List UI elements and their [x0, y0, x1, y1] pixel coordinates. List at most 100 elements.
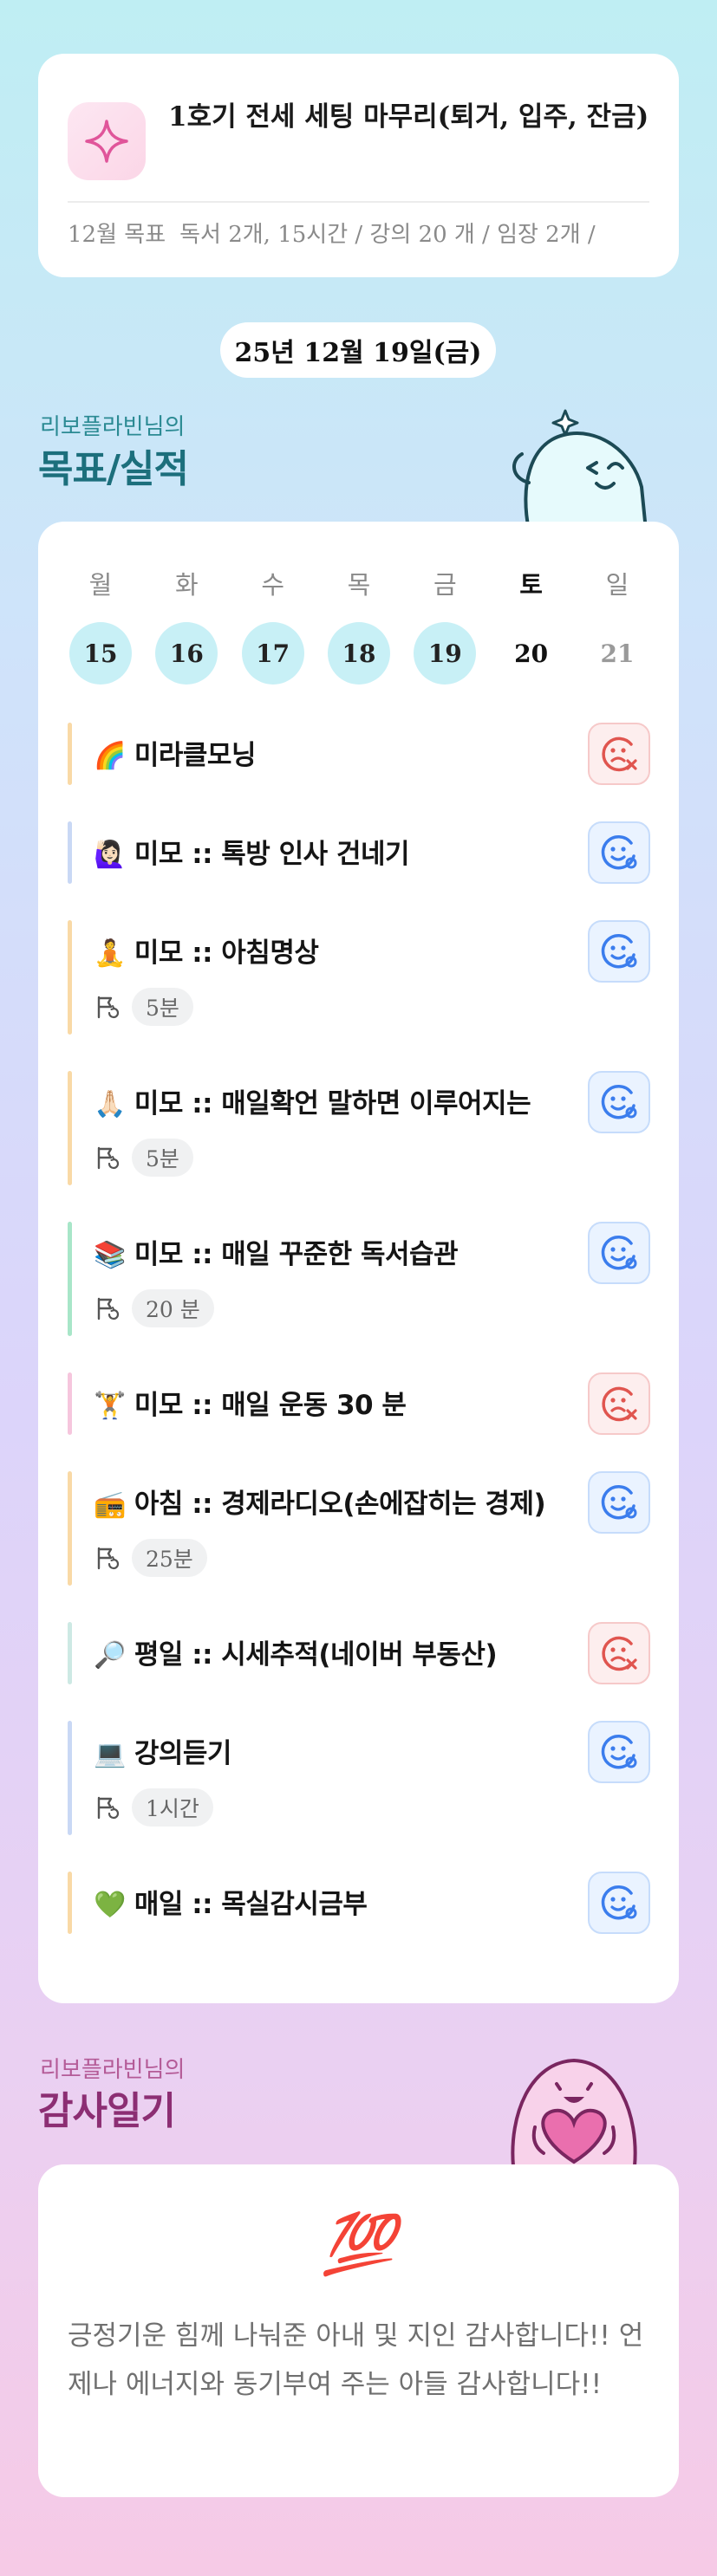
weekday-header: 월 화 수 목 금 토 일: [69, 565, 649, 601]
weekday-label: 목: [347, 570, 371, 600]
status-success-icon[interactable]: [588, 1071, 650, 1133]
habit-emoji-icon: 🔎: [94, 1640, 126, 1671]
divider: [68, 201, 649, 203]
habit-label: 미모 :: 아침명상: [134, 938, 319, 969]
habit-emoji-icon: 🙏🏻: [94, 1089, 126, 1119]
habit-color-bar: [68, 1471, 72, 1586]
goal-title: 1호기 전세 세팅 마무리(퇴거, 입주, 잔금): [168, 101, 649, 133]
status-fail-icon[interactable]: [588, 1372, 650, 1435]
flag-repeat-icon: [97, 1796, 120, 1820]
weekday-label: 일: [605, 570, 629, 600]
habit-item[interactable]: 🔎 평일 :: 시세추적(네이버 부동산): [68, 1622, 650, 1684]
day-cell[interactable]: 21: [586, 622, 649, 685]
flag-repeat-icon: [97, 1146, 120, 1170]
habit-emoji-icon: 💚: [94, 1890, 126, 1920]
habit-duration: 20 분: [94, 1289, 214, 1327]
habit-item[interactable]: 🙋🏻‍♀️ 미모 :: 톡방 인사 건네기: [68, 821, 650, 884]
habit-color-bar: [68, 1721, 72, 1835]
habit-label: 평일 :: 시세추적(네이버 부동산): [134, 1639, 498, 1671]
monthly-goal-card[interactable]: 1호기 전세 세팅 마무리(퇴거, 입주, 잔금) 12월 목표 독서 2개, 1…: [38, 54, 679, 277]
status-success-icon[interactable]: [588, 1872, 650, 1934]
habit-name: 🔎 평일 :: 시세추적(네이버 부동산): [94, 1632, 498, 1671]
habit-color-bar: [68, 920, 72, 1035]
habit-name: 💻 강의듣기: [94, 1731, 231, 1770]
habit-emoji-icon: 📚: [94, 1240, 126, 1270]
goal-meta-label: 12월 목표: [68, 222, 166, 248]
duration-pill: 25분: [132, 1539, 207, 1577]
goals-section-subtitle: 리보플라빈님의: [40, 414, 186, 440]
habit-item[interactable]: 💻 강의듣기 1시간: [68, 1721, 650, 1835]
habit-name: 🙏🏻 미모 :: 매일확언 말하면 이루어지는: [94, 1081, 531, 1120]
habit-name: 📻 아침 :: 경제라디오(손에잡히는 경제): [94, 1482, 546, 1521]
day-cell[interactable]: 15: [69, 622, 132, 685]
habit-emoji-icon: 💻: [94, 1739, 126, 1769]
duration-pill: 1시간: [132, 1788, 213, 1827]
habit-item[interactable]: 🌈 미라클모닝: [68, 723, 650, 785]
ghost-mascot-icon: [512, 409, 649, 530]
habit-label: 미라클모닝: [134, 740, 257, 771]
weekday-label: 월: [88, 570, 113, 600]
goal-meta: 12월 목표 독서 2개, 15시간 / 강의 20 개 / 임장 2개 /: [68, 217, 657, 249]
gratitude-text: 긍정기운 힘께 나눠준 아내 및 지인 감사합니다!! 언제나 에너지와 동기부…: [68, 2320, 644, 2400]
goals-card: 월 화 수 목 금 토 일 15 16 17 18 19 20 21 🌈 미라클모…: [38, 522, 679, 2003]
habit-item[interactable]: 📚 미모 :: 매일 꾸준한 독서습관20 분: [68, 1222, 650, 1336]
habit-name: 🙋🏻‍♀️ 미모 :: 톡방 인사 건네기: [94, 832, 410, 871]
habit-name: 🧘 미모 :: 아침명상: [94, 931, 319, 970]
habit-label: 미모 :: 매일 운동 30 분: [134, 1390, 407, 1421]
habit-duration: 1시간: [94, 1788, 213, 1827]
gratitude-card[interactable]: 💯 긍정기운 힘께 나눠준 아내 및 지인 감사합니다!! 언제나 에너지와 동…: [38, 2164, 679, 2497]
status-success-icon[interactable]: [588, 1721, 650, 1783]
day-cell[interactable]: 19: [414, 622, 477, 685]
habit-name: 🏋️ 미모 :: 매일 운동 30 분: [94, 1383, 407, 1422]
habit-item[interactable]: 🧘 미모 :: 아침명상5분: [68, 920, 650, 1035]
habit-label: 매일 :: 목실감시금부: [134, 1889, 368, 1920]
date-pill: 25년 12월 19일(금): [220, 322, 496, 378]
status-fail-icon[interactable]: [588, 723, 650, 785]
day-cell-today[interactable]: 20: [500, 622, 563, 685]
habit-color-bar: [68, 1872, 72, 1934]
habit-color-bar: [68, 821, 72, 884]
habit-label: 아침 :: 경제라디오(손에잡히는 경제): [134, 1489, 546, 1520]
status-success-icon[interactable]: [588, 920, 650, 983]
habit-duration: 5분: [94, 988, 193, 1026]
habit-item[interactable]: 🙏🏻 미모 :: 매일확언 말하면 이루어지는5분: [68, 1071, 650, 1185]
habit-item[interactable]: 🏋️ 미모 :: 매일 운동 30 분: [68, 1372, 650, 1435]
status-success-icon[interactable]: [588, 1222, 650, 1284]
status-success-icon[interactable]: [588, 821, 650, 884]
status-fail-icon[interactable]: [588, 1622, 650, 1684]
habit-duration: 5분: [94, 1139, 193, 1177]
heart-mascot-icon: [511, 2058, 637, 2166]
duration-pill: 5분: [132, 1139, 193, 1177]
habit-emoji-icon: 🙋🏻‍♀️: [94, 840, 126, 870]
day-cell[interactable]: 16: [155, 622, 218, 685]
habit-name: 📚 미모 :: 매일 꾸준한 독서습관: [94, 1232, 459, 1271]
habit-emoji-icon: 📻: [94, 1489, 126, 1520]
habit-label: 강의듣기: [134, 1738, 232, 1769]
day-cell[interactable]: 18: [327, 622, 390, 685]
weekday-label: 수: [261, 570, 284, 600]
habit-color-bar: [68, 1222, 72, 1336]
habit-color-bar: [68, 1071, 72, 1185]
duration-pill: 20 분: [132, 1289, 214, 1327]
flag-repeat-icon: [97, 1547, 120, 1570]
habit-color-bar: [68, 1372, 72, 1435]
habit-name: 💚 매일 :: 목실감시금부: [94, 1882, 368, 1921]
goal-meta-text: 독서 2개, 15시간 / 강의 20 개 / 임장 2개 /: [179, 222, 596, 248]
weekday-label-today: 토: [519, 570, 543, 600]
habit-duration: 25분: [94, 1539, 207, 1577]
day-cell[interactable]: 17: [241, 622, 304, 685]
habit-name: 🌈 미라클모닝: [94, 733, 256, 772]
habit-item[interactable]: 📻 아침 :: 경제라디오(손에잡히는 경제)25분: [68, 1471, 650, 1586]
habit-label: 미모 :: 매일확언 말하면 이루어지는: [134, 1088, 531, 1119]
duration-pill: 5분: [132, 988, 193, 1026]
flag-repeat-icon: [97, 996, 120, 1019]
habit-item[interactable]: 💚 매일 :: 목실감시금부: [68, 1872, 650, 1934]
habit-emoji-icon: 🌈: [94, 741, 126, 771]
hundred-points-icon: 💯: [322, 2210, 395, 2279]
habit-label: 미모 :: 매일 꾸준한 독서습관: [134, 1239, 459, 1270]
sparkle-icon: [68, 102, 146, 180]
flag-repeat-icon: [97, 1297, 120, 1320]
habit-emoji-icon: 🏋️: [94, 1391, 126, 1421]
status-success-icon[interactable]: [588, 1471, 650, 1534]
habit-label: 미모 :: 톡방 인사 건네기: [134, 839, 410, 870]
